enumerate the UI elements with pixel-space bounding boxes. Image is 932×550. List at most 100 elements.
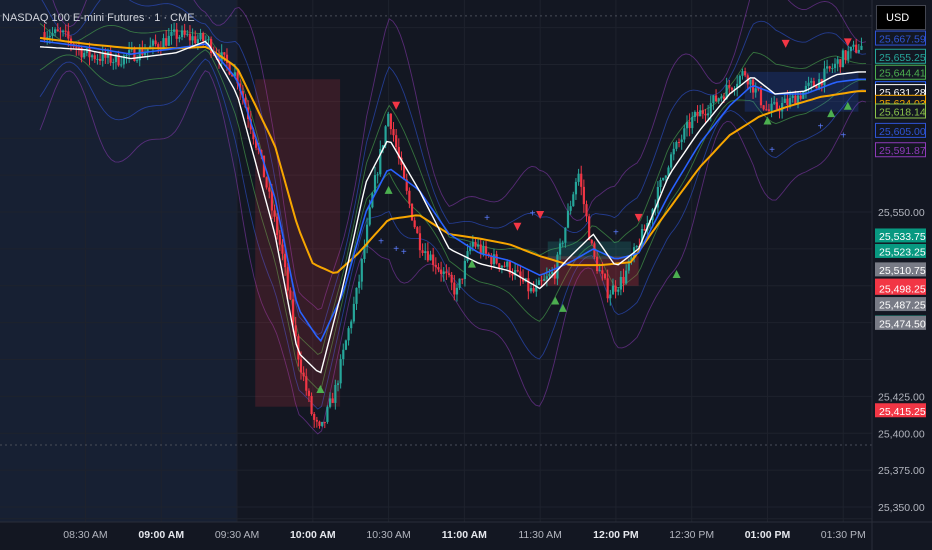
candle-body	[558, 243, 562, 255]
candle-body	[635, 245, 638, 248]
candle-body	[471, 241, 474, 247]
candle-body	[548, 274, 551, 277]
candle-body	[498, 263, 501, 268]
price-label-text: 25,498.25	[879, 283, 926, 295]
candle-body	[606, 278, 609, 299]
candle-body	[477, 244, 480, 247]
candle-body	[728, 85, 731, 88]
candle-body	[59, 31, 62, 33]
candle-body	[662, 177, 665, 180]
candle-body	[360, 259, 363, 282]
price-label: 25,523.25	[875, 243, 926, 258]
candle-body	[141, 48, 144, 55]
candle-body	[860, 45, 863, 50]
candle-body	[693, 111, 696, 117]
candle-body	[791, 95, 794, 98]
candle-body	[120, 64, 123, 66]
candle-body	[643, 229, 646, 231]
price-tick-label: 25,350.00	[878, 502, 925, 514]
candle-body	[545, 276, 548, 279]
candle-body	[775, 102, 778, 110]
candle-body	[410, 203, 414, 221]
candle-body	[532, 288, 535, 292]
candle-body	[849, 46, 852, 52]
plus-marker: +	[393, 244, 399, 255]
candle-body	[688, 121, 691, 129]
candle-body	[326, 406, 329, 422]
candle-body	[442, 271, 445, 274]
candle-body	[582, 186, 585, 205]
candle-body	[574, 181, 578, 195]
candle-body	[825, 66, 829, 69]
candle-body	[194, 36, 197, 44]
candle-body	[500, 265, 504, 268]
candle-body	[323, 421, 326, 423]
candle-body	[344, 340, 348, 350]
candle-body	[699, 110, 702, 117]
candle-body	[580, 173, 583, 187]
price-label-text: 25,655.25	[879, 52, 926, 64]
candle-body	[659, 179, 662, 187]
candle-body	[812, 81, 815, 86]
candle-body	[704, 113, 707, 116]
candle-body	[767, 109, 771, 111]
plus-marker: +	[378, 237, 384, 248]
price-label: 25,510.75	[875, 262, 926, 277]
candle-body	[413, 220, 416, 228]
price-tick-label: 25,550.00	[878, 207, 925, 219]
price-label-text: 25,523.25	[879, 246, 926, 258]
candle-body	[67, 31, 70, 39]
price-label: 25,655.25	[875, 48, 926, 64]
price-label: 25,474.50	[875, 315, 926, 330]
candle-body	[484, 246, 488, 254]
time-tick-label: 12:30 PM	[669, 529, 714, 541]
candle-body	[98, 58, 102, 61]
candle-body	[664, 175, 667, 178]
candle-body	[564, 227, 567, 243]
candle-body	[96, 58, 99, 60]
candle-body	[672, 148, 675, 155]
candle-body	[585, 204, 588, 217]
candle-body	[691, 116, 694, 129]
candle-body	[321, 421, 324, 426]
price-label-text: 25,591.87	[879, 145, 926, 157]
candle-body	[773, 102, 776, 104]
candle-body	[307, 390, 311, 396]
currency-button[interactable]: USD	[876, 5, 926, 30]
candle-body	[305, 376, 308, 391]
candle-body	[741, 71, 744, 76]
candle-body	[831, 68, 834, 70]
price-chart[interactable]: ++ ++ +++++08:30 AM 09:00 AM 09:30 AM 10:00 A…	[0, 0, 932, 550]
candle-body	[342, 349, 345, 360]
candle-body	[188, 33, 192, 41]
candle-body	[482, 246, 485, 254]
candle-body	[857, 49, 860, 53]
candle-body	[91, 55, 94, 58]
candle-body	[61, 30, 65, 32]
candle-body	[183, 30, 186, 35]
price-label: 25,644.41	[875, 64, 926, 80]
candle-body	[783, 98, 786, 103]
candle-body	[577, 173, 580, 182]
candle-body	[339, 359, 342, 384]
candle-body	[458, 278, 461, 288]
candle-body	[167, 35, 170, 46]
candle-body	[566, 210, 570, 228]
candle-body	[64, 30, 67, 32]
candle-body	[429, 254, 432, 261]
candle-body	[855, 44, 858, 53]
candle-body	[180, 30, 184, 38]
candle-body	[387, 113, 390, 127]
candle-body	[717, 98, 720, 102]
price-label-text: 25,644.41	[879, 68, 926, 80]
candle-body	[461, 278, 464, 280]
price-label: 25,618.14	[875, 103, 926, 119]
candle-body	[93, 55, 96, 60]
candle-body	[434, 264, 437, 268]
candle-body	[418, 233, 422, 251]
candle-body	[609, 294, 612, 299]
candle-body	[83, 52, 86, 58]
time-tick-label: 11:00 AM	[442, 529, 487, 541]
candle-body	[151, 40, 155, 46]
time-tick-label: 08:30 AM	[63, 529, 107, 541]
